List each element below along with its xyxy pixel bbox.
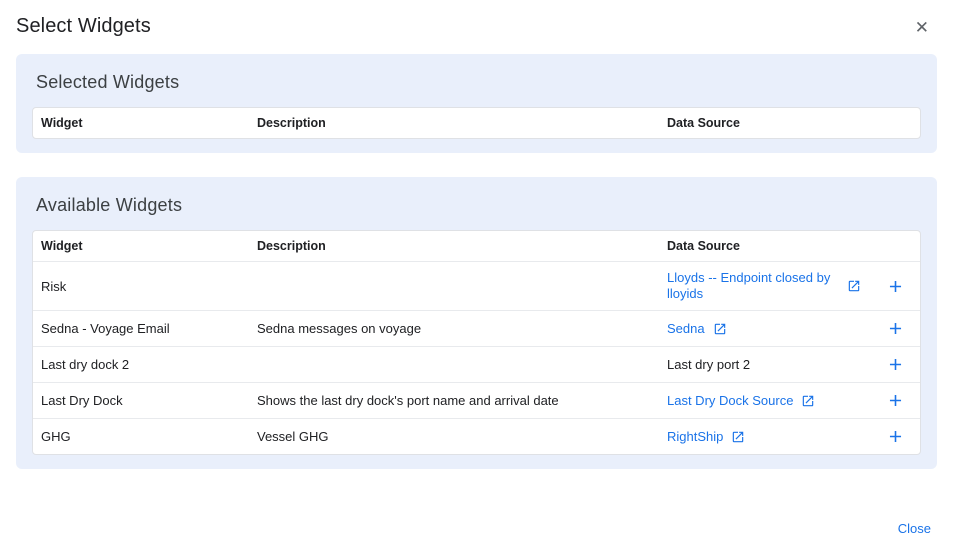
dialog-title: Select Widgets	[16, 15, 151, 38]
table-row: Sedna - Voyage Email Sedna messages on v…	[33, 310, 920, 346]
available-widgets-section: Available Widgets Widget Description Dat…	[16, 177, 937, 469]
available-widgets-header-row: Widget Description Data Source	[33, 231, 920, 261]
add-widget-button[interactable]	[876, 383, 920, 418]
data-source-link[interactable]: RightShip	[667, 429, 723, 445]
select-widgets-dialog: Select Widgets ✕ Selected Widgets Widget…	[0, 0, 953, 469]
external-link-icon[interactable]	[713, 322, 727, 336]
widget-name-cell: Last dry dock 2	[33, 349, 249, 380]
external-link-icon[interactable]	[847, 279, 861, 293]
dialog-header: Select Widgets ✕	[0, 0, 953, 54]
available-widgets-title: Available Widgets	[36, 195, 921, 216]
data-source-link[interactable]: Last Dry Dock Source	[667, 393, 793, 409]
data-source-cell: Sedna	[659, 313, 876, 345]
column-header-actions	[876, 115, 920, 131]
widget-name-cell: Sedna - Voyage Email	[33, 313, 249, 344]
dialog-footer: Close	[898, 520, 931, 538]
widget-name-cell: Last Dry Dock	[33, 385, 249, 416]
column-header-widget: Widget	[33, 108, 249, 138]
selected-widgets-table: Widget Description Data Source	[32, 107, 921, 139]
widget-name-cell: Risk	[33, 271, 249, 302]
selected-widgets-header-row: Widget Description Data Source	[33, 108, 920, 138]
external-link-icon[interactable]	[731, 430, 745, 444]
widget-description-cell: Shows the last dry dock's port name and …	[249, 385, 659, 416]
column-header-widget: Widget	[33, 231, 249, 261]
widget-description-cell	[249, 357, 659, 373]
widget-description-cell: Vessel GHG	[249, 421, 659, 452]
selected-widgets-section: Selected Widgets Widget Description Data…	[16, 54, 937, 153]
column-header-description: Description	[249, 108, 659, 138]
add-widget-button[interactable]	[876, 347, 920, 382]
close-icon[interactable]: ✕	[911, 15, 933, 40]
add-widget-button[interactable]	[876, 269, 920, 304]
external-link-icon[interactable]	[801, 394, 815, 408]
widget-name-cell: GHG	[33, 421, 249, 452]
column-header-actions	[876, 238, 920, 254]
data-source-link: Last dry port 2	[667, 357, 750, 373]
data-source-cell: Lloyds -- Endpoint closed by lloyids	[659, 262, 876, 310]
available-widgets-body: Risk Lloyds -- Endpoint closed by lloyid…	[33, 261, 920, 454]
widget-description-cell: Sedna messages on voyage	[249, 313, 659, 344]
data-source-cell: RightShip	[659, 421, 876, 453]
data-source-cell: Last dry port 2	[659, 349, 876, 381]
table-row: GHG Vessel GHG RightShip	[33, 418, 920, 454]
data-source-cell: Last Dry Dock Source	[659, 385, 876, 417]
available-widgets-table: Widget Description Data Source Risk Lloy…	[32, 230, 921, 455]
data-source-link[interactable]: Lloyds -- Endpoint closed by lloyids	[667, 270, 839, 302]
widget-description-cell	[249, 278, 659, 294]
close-button[interactable]: Close	[898, 521, 931, 536]
add-widget-button[interactable]	[876, 419, 920, 454]
table-row: Risk Lloyds -- Endpoint closed by lloyid…	[33, 261, 920, 310]
column-header-data-source: Data Source	[659, 231, 876, 261]
add-widget-button[interactable]	[876, 311, 920, 346]
column-header-data-source: Data Source	[659, 108, 876, 138]
table-row: Last dry dock 2 Last dry port 2	[33, 346, 920, 382]
column-header-description: Description	[249, 231, 659, 261]
table-row: Last Dry Dock Shows the last dry dock's …	[33, 382, 920, 418]
selected-widgets-title: Selected Widgets	[36, 72, 921, 93]
data-source-link[interactable]: Sedna	[667, 321, 705, 337]
